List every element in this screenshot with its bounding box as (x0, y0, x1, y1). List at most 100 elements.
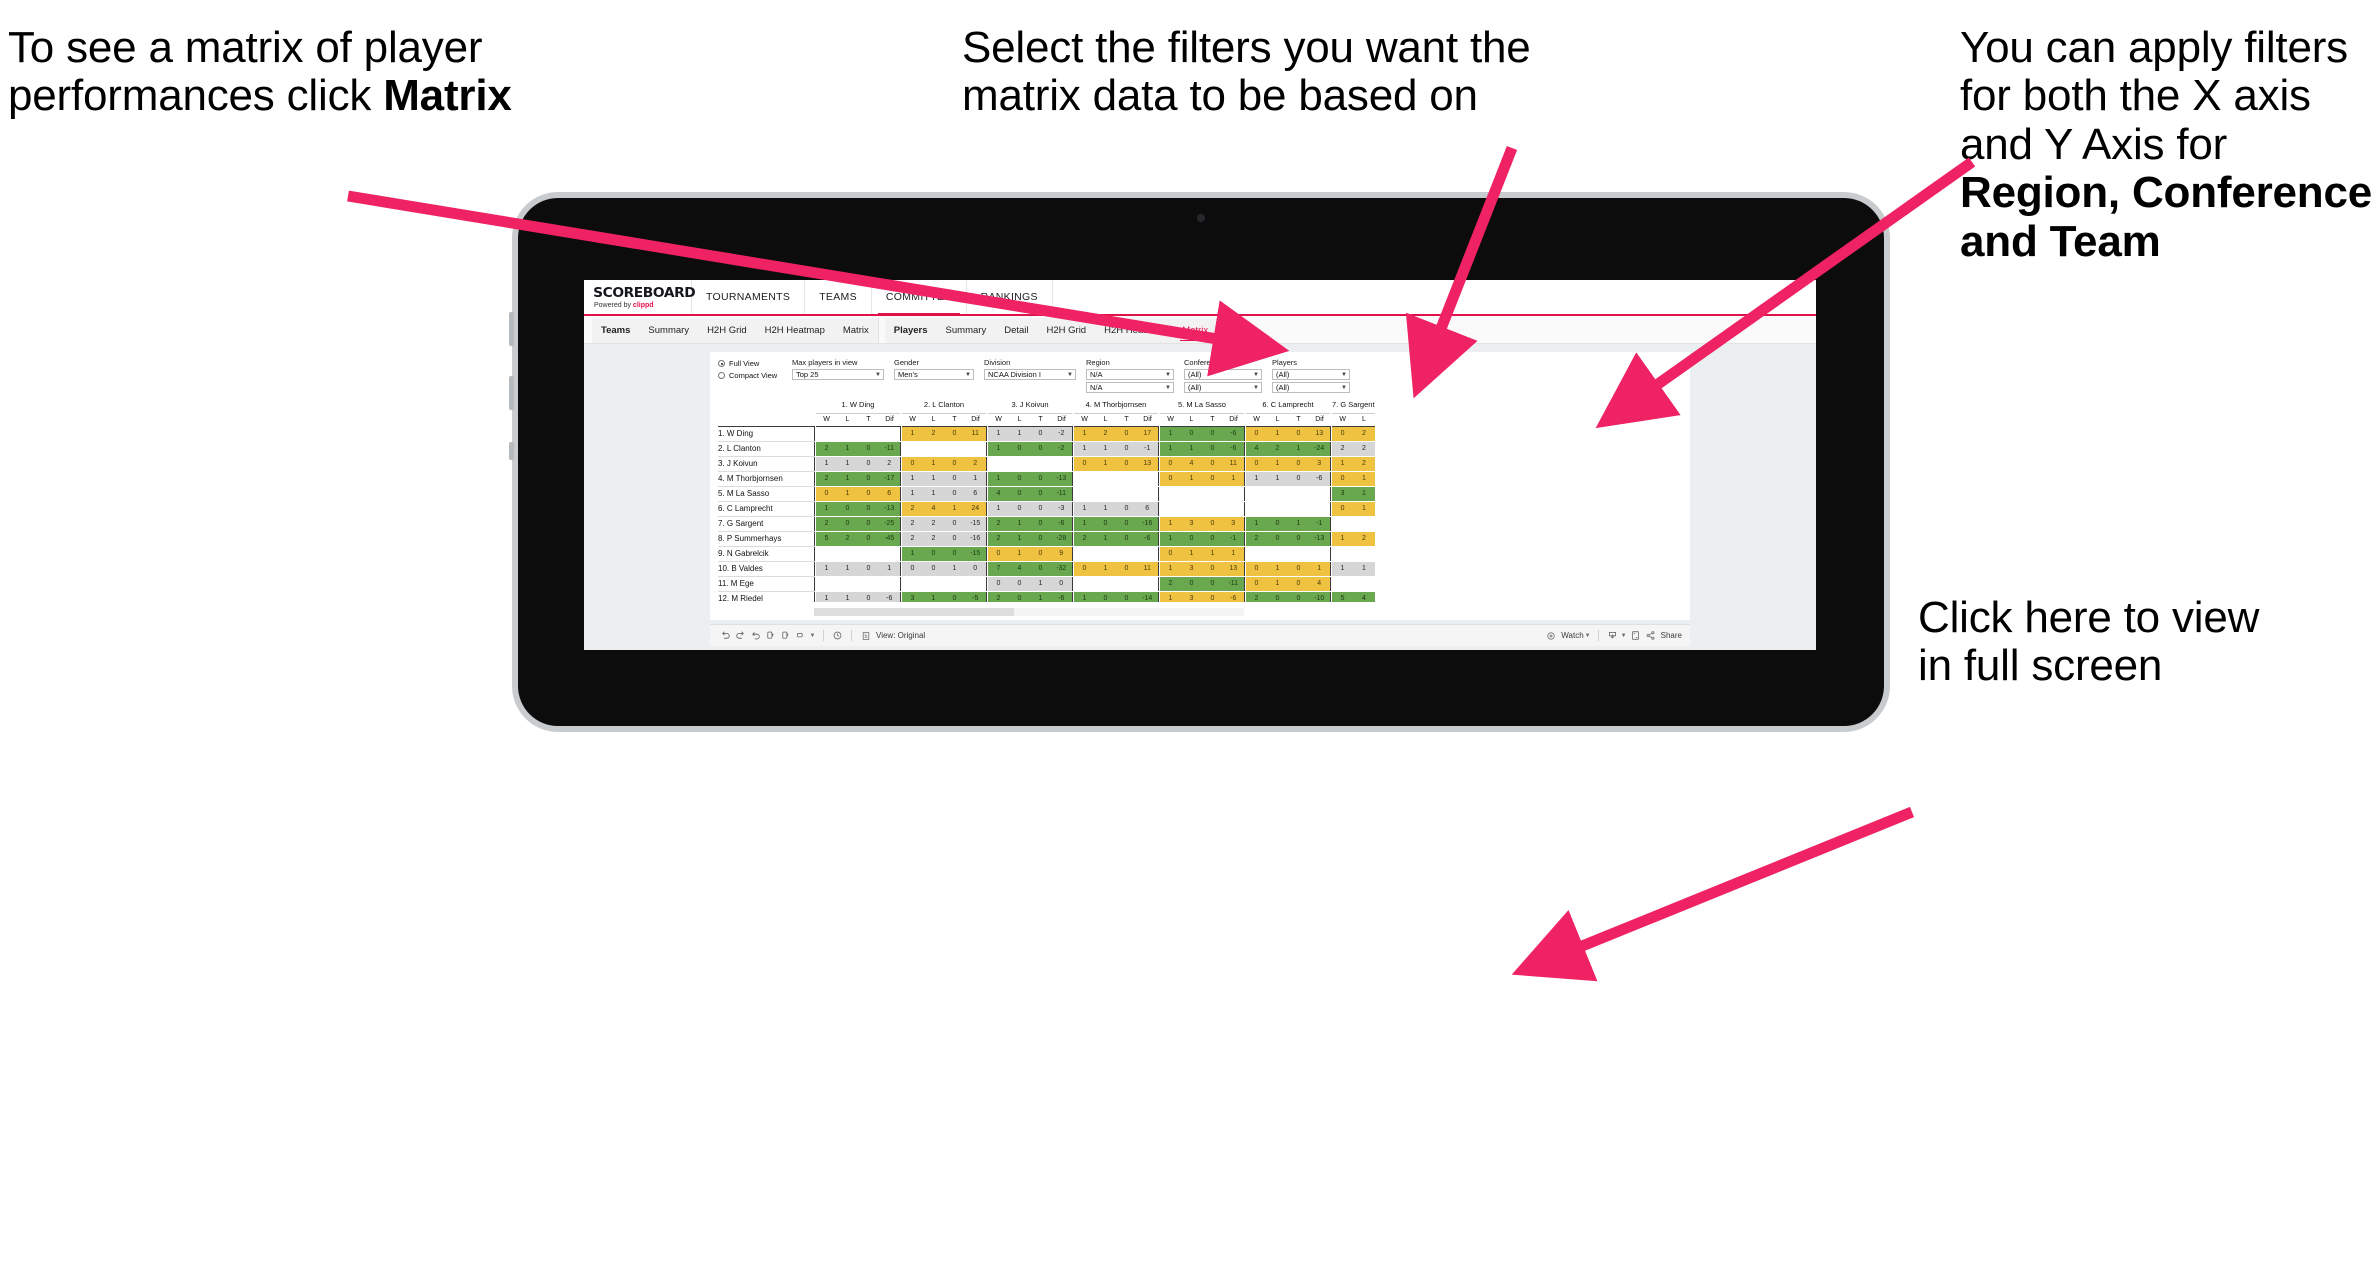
matrix-cell[interactable]: 1 (1160, 441, 1181, 457)
matrix-cell[interactable] (1116, 486, 1137, 502)
matrix-cell[interactable]: 1 (1267, 456, 1288, 472)
matrix-cell[interactable] (858, 576, 879, 592)
matrix-cell[interactable]: 1 (1267, 471, 1288, 487)
matrix-cell[interactable]: 0 (1116, 501, 1137, 517)
matrix-cell[interactable]: -2 (1051, 441, 1072, 457)
matrix-cell[interactable] (1160, 501, 1181, 517)
matrix-row-label[interactable]: 10. B Valdes (718, 561, 814, 577)
matrix-cell[interactable]: -6 (1051, 516, 1072, 532)
tab-players-detail[interactable]: Detail (995, 318, 1037, 343)
matrix-subcolumn-header[interactable]: T (1288, 413, 1309, 427)
matrix-cell[interactable]: 2 (923, 531, 944, 547)
matrix-cell[interactable] (1267, 486, 1288, 502)
matrix-column-header[interactable]: 1. W Ding (816, 396, 900, 414)
matrix-cell[interactable]: 2 (1267, 441, 1288, 457)
matrix-subcolumn-header[interactable]: T (1030, 413, 1051, 427)
matrix-cell[interactable]: -11 (1223, 576, 1244, 592)
filter-players-select-x[interactable]: (All) ▼ (1272, 369, 1350, 380)
matrix-row-label[interactable]: 6. C Lamprecht (718, 501, 814, 517)
matrix-cell[interactable]: 1 (1353, 561, 1375, 577)
matrix-cell[interactable] (1095, 486, 1116, 502)
matrix-row-label[interactable]: 11. M Ege (718, 576, 814, 592)
matrix-cell[interactable]: 11 (1223, 456, 1244, 472)
resume-icon[interactable] (778, 629, 793, 643)
filter-region-select-y[interactable]: N/A ▼ (1086, 382, 1174, 393)
matrix-cell[interactable]: 4 (1181, 456, 1202, 472)
matrix-cell[interactable]: 2 (1095, 426, 1116, 442)
matrix-cell[interactable]: 2 (1353, 456, 1375, 472)
matrix-cell[interactable]: 1 (837, 486, 858, 502)
matrix-cell[interactable]: 0 (1267, 516, 1288, 532)
matrix-cell[interactable]: 1 (965, 471, 986, 487)
matrix-cell[interactable]: 1 (1160, 426, 1181, 442)
matrix-cell[interactable]: 0 (1009, 441, 1030, 457)
matrix-cell[interactable]: 0 (858, 591, 879, 602)
matrix-cell[interactable] (1223, 486, 1244, 502)
matrix-cell[interactable]: 0 (1116, 591, 1137, 602)
matrix-cell[interactable]: 4 (1309, 576, 1330, 592)
matrix-cell[interactable]: 0 (944, 516, 965, 532)
matrix-cell[interactable]: 0 (902, 561, 923, 577)
matrix-cell[interactable] (965, 576, 986, 592)
matrix-cell[interactable] (1353, 576, 1375, 592)
matrix-row-label[interactable]: 5. M La Sasso (718, 486, 814, 502)
matrix-cell[interactable]: -32 (1051, 561, 1072, 577)
matrix-cell[interactable]: 0 (1030, 531, 1051, 547)
matrix-cell[interactable]: 0 (1030, 471, 1051, 487)
matrix-cell[interactable] (1223, 501, 1244, 517)
matrix-cell[interactable]: 0 (1288, 531, 1309, 547)
matrix-cell[interactable] (1202, 501, 1223, 517)
matrix-cell[interactable]: -5 (965, 591, 986, 602)
matrix-cell[interactable]: 3 (1181, 591, 1202, 602)
tab-teams-h2h-grid[interactable]: H2H Grid (698, 318, 756, 343)
volume-down-button[interactable] (509, 376, 514, 410)
matrix-cell[interactable] (1095, 546, 1116, 562)
matrix-row-label[interactable]: 7. G Sargent (718, 516, 814, 532)
matrix-subcolumn-header[interactable]: T (858, 413, 879, 427)
matrix-cell[interactable]: 2 (902, 501, 923, 517)
revert-icon[interactable] (748, 629, 763, 643)
matrix-cell[interactable]: 1 (816, 561, 837, 577)
matrix-cell[interactable]: 6 (965, 486, 986, 502)
matrix-cell[interactable] (1309, 486, 1330, 502)
pause-icon[interactable] (763, 629, 778, 643)
matrix-cell[interactable] (879, 426, 900, 442)
matrix-cell[interactable] (1288, 501, 1309, 517)
matrix-cell[interactable] (1095, 471, 1116, 487)
matrix-table-container[interactable]: 1. W Ding 2. L Clanton 3. J Koivun 4. M Tho… (718, 396, 1682, 602)
matrix-cell[interactable]: 2 (988, 516, 1009, 532)
matrix-cell[interactable]: 0 (1116, 426, 1137, 442)
matrix-cell[interactable] (1116, 471, 1137, 487)
matrix-cell[interactable] (1095, 576, 1116, 592)
matrix-cell[interactable]: 2 (1160, 576, 1181, 592)
matrix-subcolumn-header[interactable]: Dif (879, 413, 900, 427)
matrix-cell[interactable]: -24 (1309, 441, 1330, 457)
matrix-cell[interactable]: 1 (1181, 471, 1202, 487)
nav-item-teams[interactable]: TEAMS (805, 280, 872, 314)
matrix-cell[interactable]: 11 (1137, 561, 1158, 577)
matrix-cell[interactable]: 0 (1074, 456, 1095, 472)
matrix-column-header[interactable]: 3. J Koivun (988, 396, 1072, 414)
matrix-cell[interactable]: 2 (1353, 531, 1375, 547)
matrix-subcolumn-header[interactable]: T (1116, 413, 1137, 427)
matrix-cell[interactable]: 1 (1288, 516, 1309, 532)
matrix-cell[interactable]: 0 (1030, 501, 1051, 517)
matrix-cell[interactable]: 0 (858, 501, 879, 517)
matrix-cell[interactable]: 1 (988, 501, 1009, 517)
matrix-cell[interactable]: -15 (965, 516, 986, 532)
matrix-horizontal-scrollbar[interactable] (814, 608, 1244, 616)
matrix-row-label[interactable]: 1. W Ding (718, 426, 814, 442)
matrix-cell[interactable]: 1 (1181, 546, 1202, 562)
matrix-cell[interactable]: 2 (1353, 441, 1375, 457)
matrix-cell[interactable] (1137, 471, 1158, 487)
matrix-cell[interactable]: 6 (879, 486, 900, 502)
matrix-cell[interactable]: 3 (1181, 561, 1202, 577)
matrix-cell[interactable] (1116, 576, 1137, 592)
nav-item-rankings[interactable]: RANKINGS (967, 280, 1053, 314)
matrix-cell[interactable]: 0 (1202, 471, 1223, 487)
matrix-column-header[interactable]: 2. L Clanton (902, 396, 986, 414)
matrix-cell[interactable] (1181, 501, 1202, 517)
matrix-cell[interactable]: 0 (1116, 441, 1137, 457)
table-row[interactable]: 10. B Valdes 1 1 0 1 0 0 1 0 7 4 0 -32 0 1 0 11 1 3 0 13 0 1 0 1… (718, 561, 1375, 577)
matrix-cell[interactable]: 1 (902, 471, 923, 487)
